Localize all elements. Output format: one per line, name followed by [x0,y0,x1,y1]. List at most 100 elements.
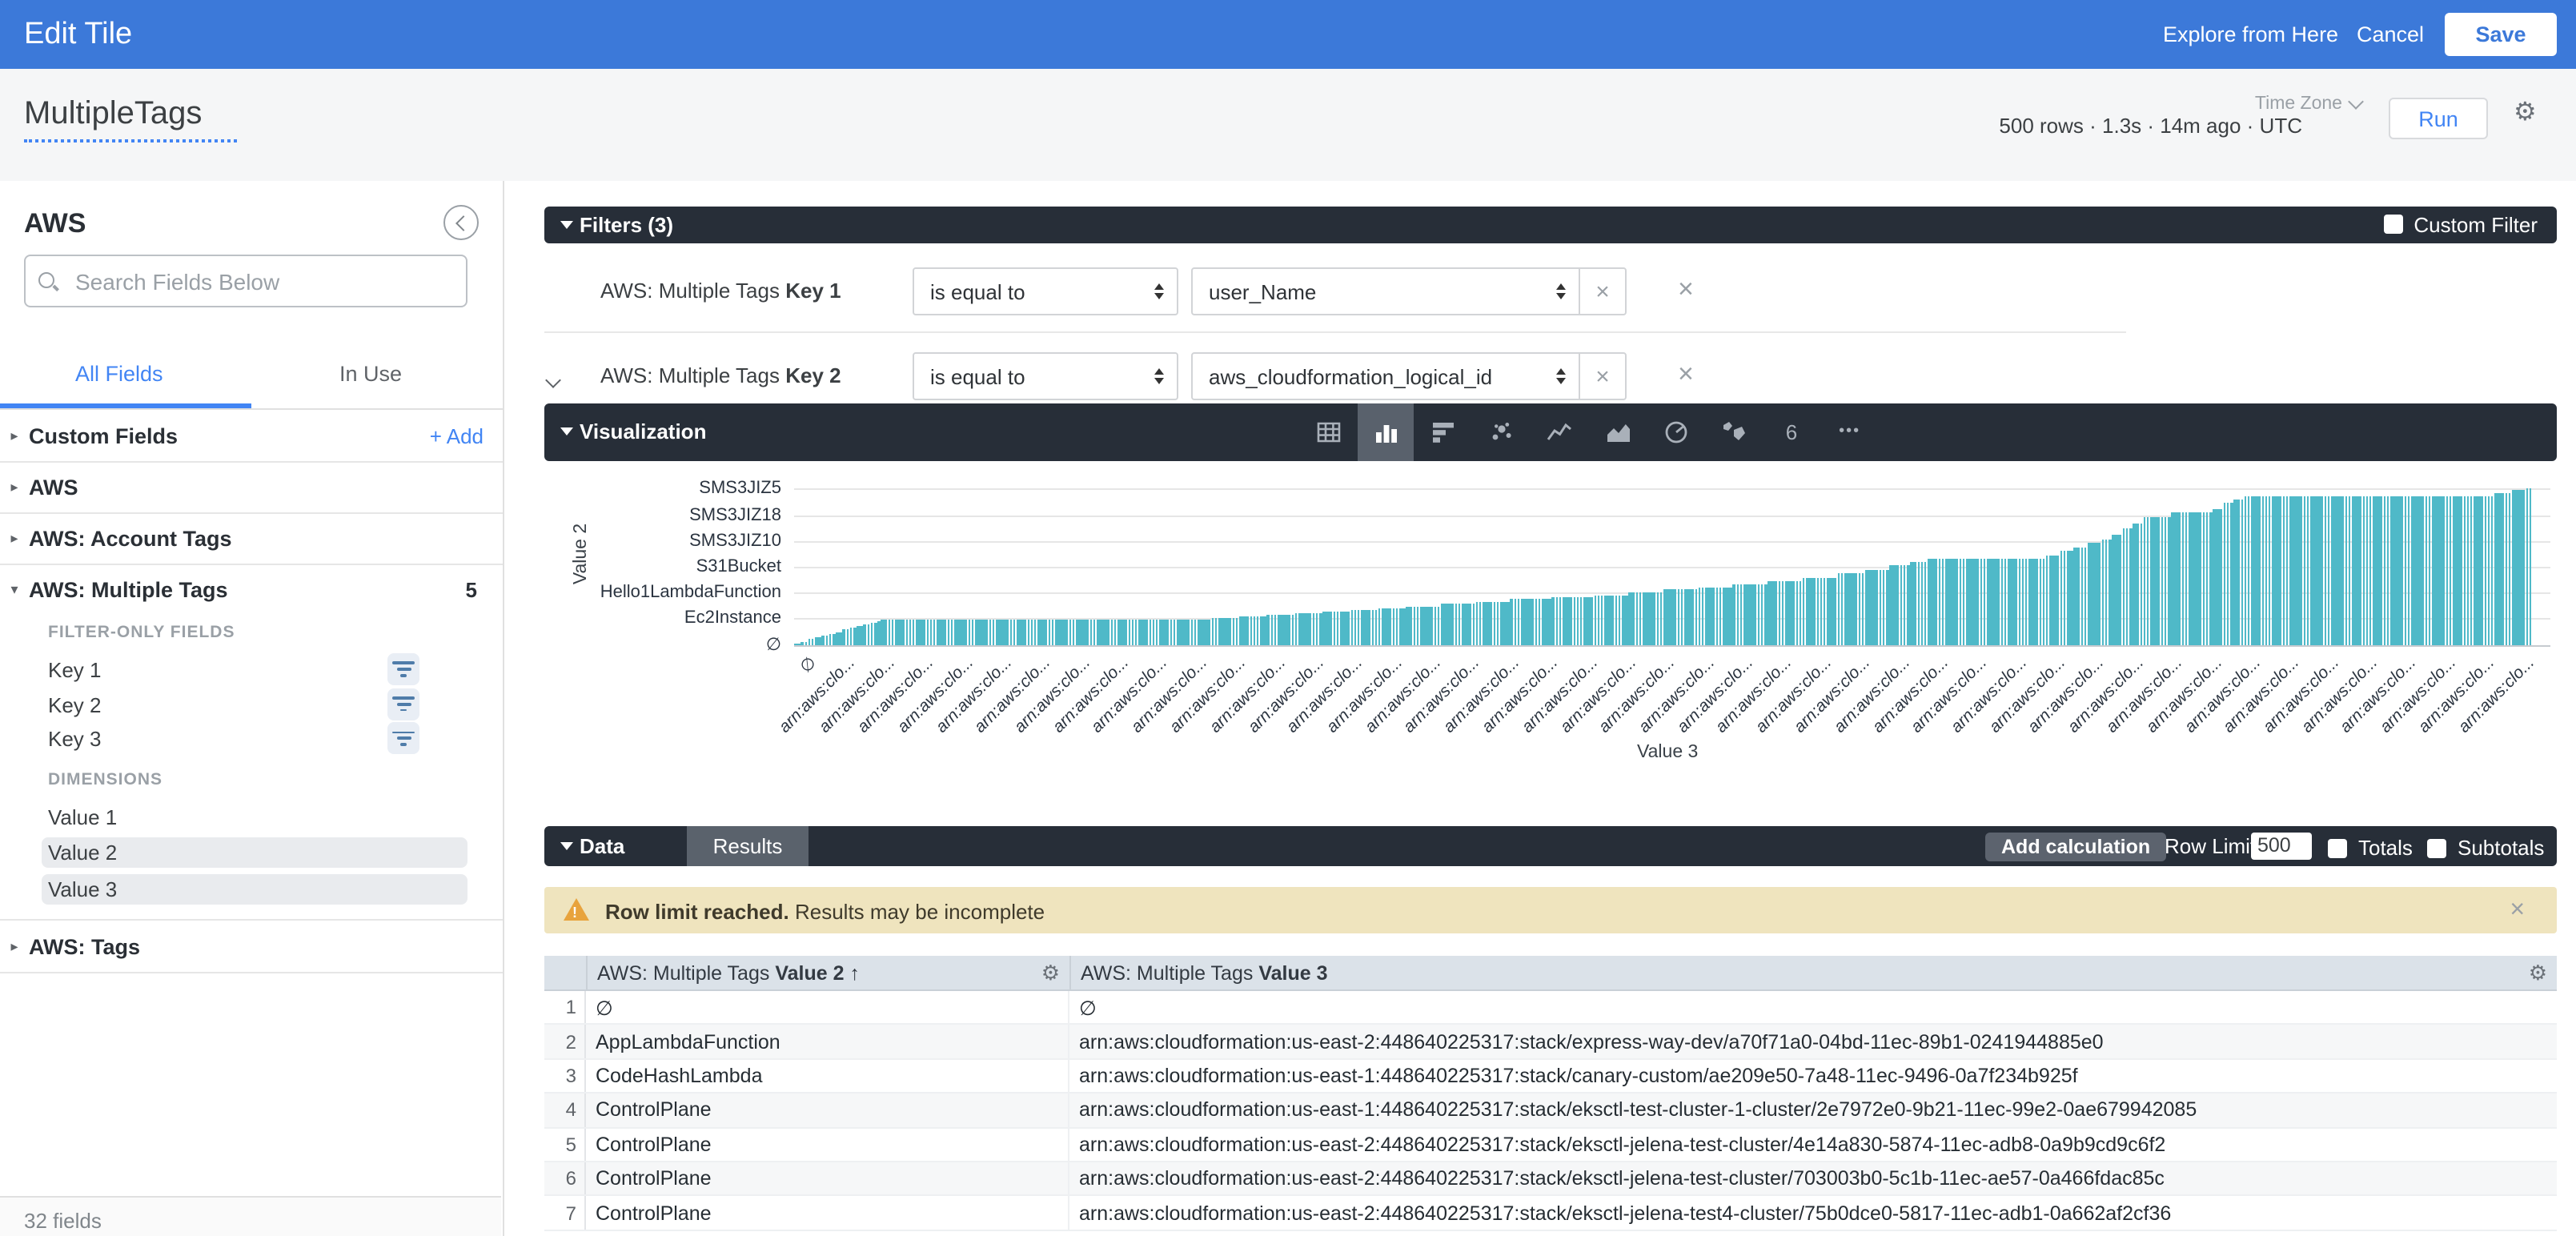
chart-bar[interactable] [2494,493,2497,645]
filter-by-field-icon[interactable] [387,688,419,720]
chart-bar[interactable] [864,624,866,645]
cell-value2[interactable]: CodeHashLambda [586,1060,1069,1093]
chart-bar[interactable] [1920,562,1923,645]
chart-bar[interactable] [1417,606,1419,645]
chart-bar[interactable] [954,620,957,645]
chart-bar[interactable] [1518,600,1520,645]
chart-bar[interactable] [1073,620,1075,645]
chart-bar[interactable] [1448,604,1451,646]
chart-bar[interactable] [1997,559,2000,645]
chart-bar[interactable] [1545,600,1547,645]
chart-bar[interactable] [1521,600,1523,645]
chart-bar[interactable] [2376,496,2378,645]
chart-bar[interactable] [1576,597,1579,645]
viz-type-area-icon[interactable] [1590,403,1646,460]
chart-bar[interactable] [2220,508,2222,645]
chart-bar[interactable] [1528,600,1531,645]
chart-bar[interactable] [1904,566,1906,645]
chart-bar[interactable] [1698,588,1700,645]
chart-bar[interactable] [2526,488,2528,645]
chart-bar[interactable] [1563,597,1565,645]
chart-bar[interactable] [1945,559,1948,645]
chart-bar[interactable] [2365,496,2368,645]
chart-bar[interactable] [1114,620,1117,645]
chart-bar[interactable] [968,620,970,645]
chart-bar[interactable] [2310,496,2313,645]
chart-bar[interactable] [1687,590,1690,645]
chart-bar[interactable] [1093,620,1096,645]
chart-bar[interactable] [1858,574,1860,646]
chart-bar[interactable] [2174,512,2177,645]
chart-bar[interactable] [2171,512,2173,645]
chart-bar[interactable] [1778,581,1780,645]
chart-bar[interactable] [1107,620,1109,645]
chart-bar[interactable] [2484,496,2486,645]
chart-bar[interactable] [1840,574,1843,646]
chart-bar[interactable] [2052,555,2055,645]
chart-bar[interactable] [2189,512,2191,645]
chart-bar[interactable] [2028,559,2031,645]
chart-bar[interactable] [1121,620,1123,645]
chart-bar[interactable] [1281,615,1283,645]
chart-bar[interactable] [1910,562,1912,645]
chart-bar[interactable] [1322,612,1325,645]
chart-bar[interactable] [2331,496,2333,645]
chart-bar[interactable] [1420,606,1422,645]
chart-bar[interactable] [2248,496,2250,645]
chart-bar[interactable] [2206,512,2209,645]
chart-bar[interactable] [2324,496,2326,645]
remove-filter-icon[interactable]: × [1678,360,1694,387]
collapse-sidebar-button[interactable] [443,205,479,240]
chart-bar[interactable] [1969,559,1972,645]
chart-bar[interactable] [2512,491,2514,645]
chart-bar[interactable] [1347,612,1350,645]
chart-bar[interactable] [818,637,821,645]
chart-bar[interactable] [874,622,877,645]
chart-bar[interactable] [1083,620,1085,645]
chart-bar[interactable] [1459,604,1461,646]
chart-bar[interactable] [1374,610,1377,645]
chart-bar[interactable] [1963,559,1965,645]
chart-bar[interactable] [1837,574,1840,646]
chart-bar[interactable] [1852,574,1854,646]
chart-bar[interactable] [2178,512,2181,645]
chart-bar[interactable] [902,620,905,645]
chart-bar[interactable] [846,630,849,645]
chart-bar[interactable] [2157,516,2160,645]
chart-bar[interactable] [947,620,949,645]
chart-bar[interactable] [1514,600,1516,645]
tab-all-fields[interactable]: All Fields [75,362,163,386]
chart-bar[interactable] [2508,493,2510,645]
chart-bar[interactable] [1215,618,1218,645]
chart-bar[interactable] [916,620,918,645]
chart-bar[interactable] [2386,496,2389,645]
chart-bar[interactable] [2011,559,2013,645]
chart-bar[interactable] [2463,496,2466,645]
chart-bar[interactable] [2390,496,2393,645]
chart-bar[interactable] [1358,610,1360,645]
cell-value3[interactable]: arn:aws:cloudformation:us-east-1:4486402… [1069,1065,2557,1087]
chart-bars[interactable] [794,484,2550,645]
chart-bar[interactable] [2140,523,2142,645]
chart-bar[interactable] [1162,620,1165,645]
chart-bar[interactable] [2254,496,2257,645]
chart-bar[interactable] [1253,616,1255,645]
chart-bar[interactable] [1772,581,1774,645]
chart-bar[interactable] [1788,581,1791,645]
chart-bar[interactable] [1024,620,1026,645]
chart-bar[interactable] [1796,581,1798,645]
chart-bar[interactable] [1142,620,1144,645]
chart-bar[interactable] [1184,620,1186,645]
chart-bar[interactable] [926,620,929,645]
chart-bar[interactable] [2217,508,2219,645]
chart-bar[interactable] [972,620,974,645]
chart-bar[interactable] [1117,620,1120,645]
chart-bar[interactable] [2317,496,2320,645]
chart-bar[interactable] [1125,620,1127,645]
chart-bar[interactable] [1677,590,1679,645]
chart-bar[interactable] [1507,601,1509,645]
chart-bar[interactable] [1900,566,1902,645]
chart-bar[interactable] [1809,578,1812,645]
chart-bar[interactable] [2466,496,2469,645]
cell-value2[interactable]: ControlPlane [586,1128,1069,1161]
